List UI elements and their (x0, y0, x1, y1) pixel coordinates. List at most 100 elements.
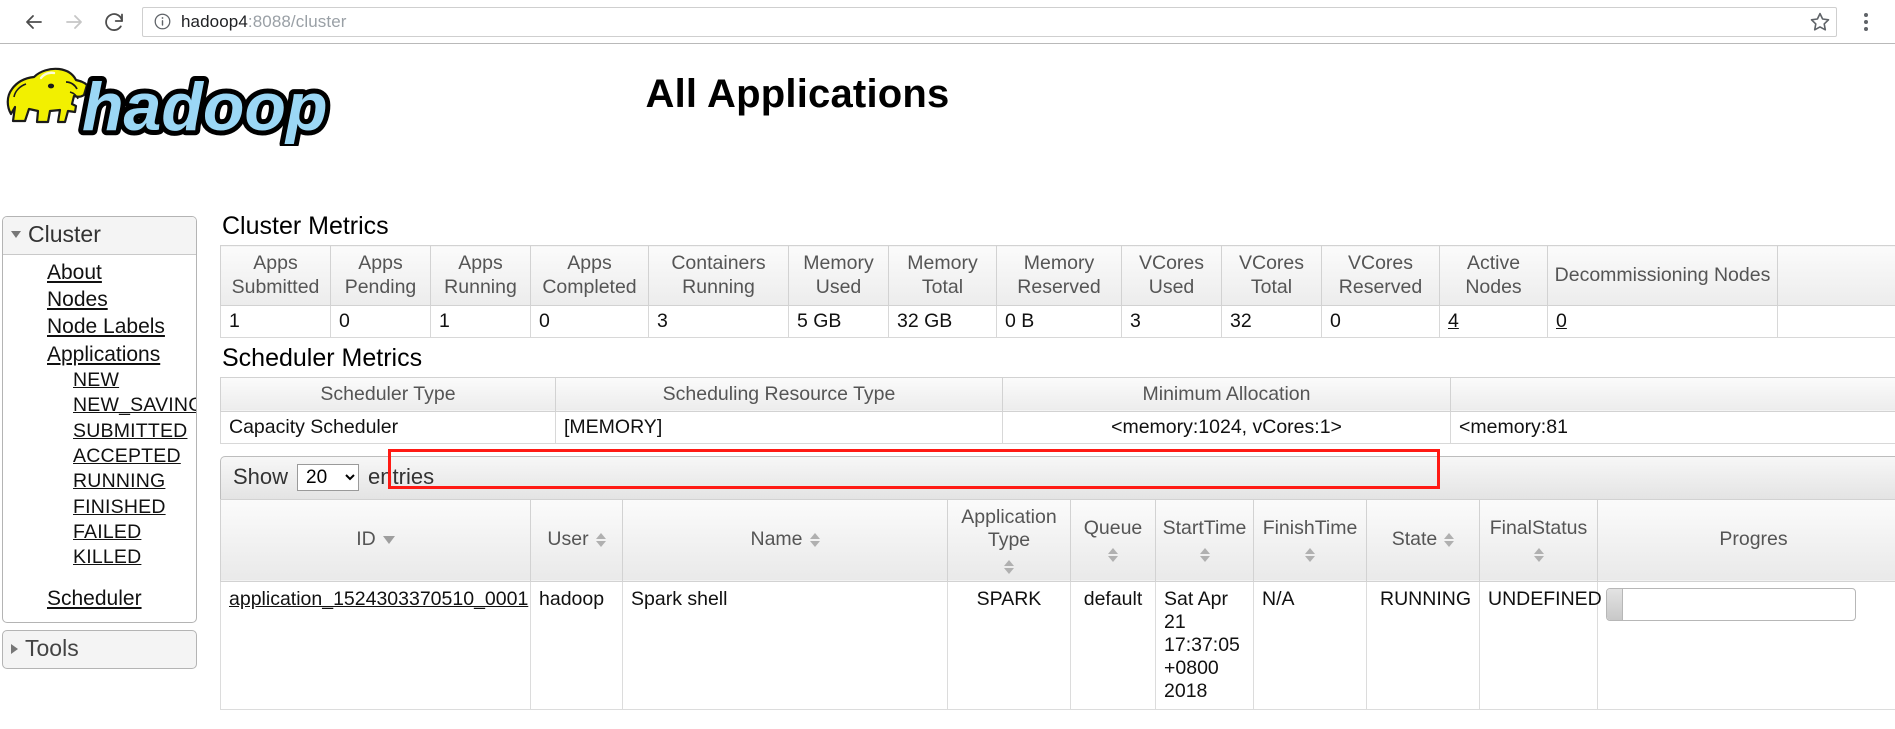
th-active-nodes: Active Nodes (1439, 245, 1548, 306)
show-label: Show (233, 464, 289, 490)
th-maximum-allocation (1450, 376, 1895, 412)
forward-button[interactable] (54, 2, 94, 42)
info-circle-icon[interactable] (153, 12, 172, 31)
cluster-metrics-value-row: 1 0 1 0 3 5 GB 32 GB 0 B 3 32 0 4 0 (220, 304, 1895, 338)
link-active-nodes[interactable]: 4 (1448, 310, 1459, 332)
td-maximum-allocation: <memory:81 (1450, 410, 1895, 444)
bookmark-button[interactable] (1803, 5, 1837, 39)
url-host: hadoop4 (181, 11, 248, 31)
td-memory-used: 5 GB (788, 304, 889, 338)
th-application-type[interactable]: Application Type (947, 498, 1071, 582)
th-start-time-label: StartTime (1162, 517, 1247, 540)
back-button[interactable] (14, 2, 54, 42)
td-finish-time: N/A (1253, 580, 1367, 710)
three-dot-menu-icon (1864, 12, 1868, 17)
sort-descending-icon (382, 535, 395, 544)
reload-button[interactable] (94, 2, 134, 42)
td-apps-completed: 0 (530, 304, 649, 338)
applications-length-toolbar: Show 20 40 60 80 100 entries (220, 455, 1895, 499)
td-vcores-used: 3 (1121, 304, 1222, 338)
cluster-metrics-header-row: Apps Submitted Apps Pending Apps Running… (220, 245, 1895, 306)
page-title: All Applications (0, 72, 1895, 117)
th-state[interactable]: State (1366, 498, 1480, 582)
th-state-label: State (1391, 527, 1438, 550)
th-finish-time[interactable]: FinishTime (1253, 498, 1367, 582)
th-user[interactable]: User (530, 498, 623, 582)
th-vcores-reserved: VCores Reserved (1321, 245, 1440, 306)
sort-toggle-icon (1004, 559, 1014, 574)
th-memory-total: Memory Total (888, 245, 997, 306)
th-application-type-label: Application Type (961, 505, 1057, 552)
th-vcores-total: VCores Total (1221, 245, 1322, 306)
forward-arrow-icon (66, 14, 82, 29)
sidebar-item-submitted[interactable]: SUBMITTED (3, 419, 196, 444)
scheduler-metrics-table: Scheduler Type Scheduling Resource Type … (220, 376, 1895, 444)
th-apps-pending: Apps Pending (330, 245, 431, 306)
sidebar-item-nodes[interactable]: Nodes (3, 286, 196, 313)
link-decommissioning-nodes[interactable]: 0 (1556, 310, 1567, 332)
chevron-down-icon (11, 231, 21, 238)
sidebar: Cluster About Nodes Node Labels Applicat… (2, 216, 197, 670)
sort-toggle-icon (1108, 547, 1118, 562)
browser-toolbar: hadoop4:8088/cluster (0, 0, 1895, 44)
th-id[interactable]: ID (220, 498, 531, 582)
application-id-link[interactable]: application_1524303370510_0001 (229, 588, 528, 610)
td-apps-submitted: 1 (220, 304, 331, 338)
address-bar[interactable]: hadoop4:8088/cluster (142, 6, 1837, 37)
star-icon (1810, 12, 1830, 31)
th-apps-submitted: Apps Submitted (220, 245, 331, 306)
td-start-time: Sat Apr 21 17:37:05 +0800 2018 (1155, 580, 1254, 710)
th-start-time[interactable]: StartTime (1155, 498, 1254, 582)
url-path: :8088/cluster (247, 11, 347, 31)
td-final-status: UNDEFINED (1479, 580, 1602, 710)
entries-label: entries (368, 464, 435, 490)
th-progress-label: Progres (1719, 527, 1788, 550)
sidebar-item-new-saving[interactable]: NEW_SAVING (3, 393, 196, 418)
page-length-select[interactable]: 20 40 60 80 100 (297, 463, 360, 491)
th-apps-running: Apps Running (430, 245, 531, 306)
sidebar-item-applications[interactable]: Applications (3, 341, 196, 368)
table-row: application_1524303370510_0001 hadoop Sp… (220, 580, 1895, 710)
th-scheduler-type: Scheduler Type (220, 376, 556, 412)
th-name[interactable]: Name (622, 498, 948, 582)
browser-menu-button[interactable] (1851, 5, 1881, 39)
th-minimum-allocation: Minimum Allocation (1002, 376, 1451, 412)
sidebar-section-tools[interactable]: Tools (2, 630, 197, 670)
status-badge: RUNNING (1366, 580, 1480, 710)
th-id-label: ID (356, 527, 376, 550)
sort-toggle-icon (1199, 547, 1210, 562)
cluster-nav-block: Cluster About Nodes Node Labels Applicat… (2, 216, 197, 624)
td-name: Spark shell (622, 580, 948, 710)
td-application-type: SPARK (947, 580, 1071, 710)
th-progress[interactable]: Progres (1597, 498, 1895, 582)
td-scheduling-resource-type: [MEMORY] (555, 410, 1003, 444)
sidebar-item-node-labels[interactable]: Node Labels (3, 313, 196, 340)
td-scheduler-type: Capacity Scheduler (220, 410, 556, 444)
sidebar-item-scheduler[interactable]: Scheduler (3, 585, 196, 612)
url-text: hadoop4:8088/cluster (181, 12, 347, 32)
sidebar-item-accepted[interactable]: ACCEPTED (3, 444, 196, 469)
th-metrics-spacer (1777, 245, 1895, 306)
sidebar-item-killed[interactable]: KILLED (3, 545, 196, 570)
sort-toggle-icon (595, 532, 606, 547)
td-vcores-total: 32 (1221, 304, 1322, 338)
sort-toggle-icon (809, 532, 820, 547)
page-title-text: All Applications (645, 72, 950, 116)
sidebar-item-running[interactable]: RUNNING (3, 469, 196, 494)
scheduler-metrics-title: Scheduler Metrics (222, 343, 423, 372)
sidebar-item-about[interactable]: About (3, 259, 196, 286)
sidebar-item-finished[interactable]: FINISHED (3, 495, 196, 520)
chevron-right-icon (11, 643, 18, 654)
th-queue[interactable]: Queue (1070, 498, 1156, 582)
td-queue: default (1070, 580, 1156, 710)
th-final-status[interactable]: FinalStatus (1479, 498, 1598, 582)
applications-table: ID User Name Application Type Queue Star… (220, 498, 1895, 710)
sidebar-section-cluster-label: Cluster (28, 221, 101, 247)
th-containers-running: Containers Running (648, 245, 789, 306)
th-finish-time-label: FinishTime (1262, 517, 1358, 540)
th-scheduling-resource-type: Scheduling Resource Type (555, 376, 1003, 412)
sidebar-section-cluster[interactable]: Cluster (3, 217, 196, 255)
sidebar-item-failed[interactable]: FAILED (3, 520, 196, 545)
sidebar-item-new[interactable]: NEW (3, 368, 196, 393)
td-apps-running: 1 (430, 304, 531, 338)
